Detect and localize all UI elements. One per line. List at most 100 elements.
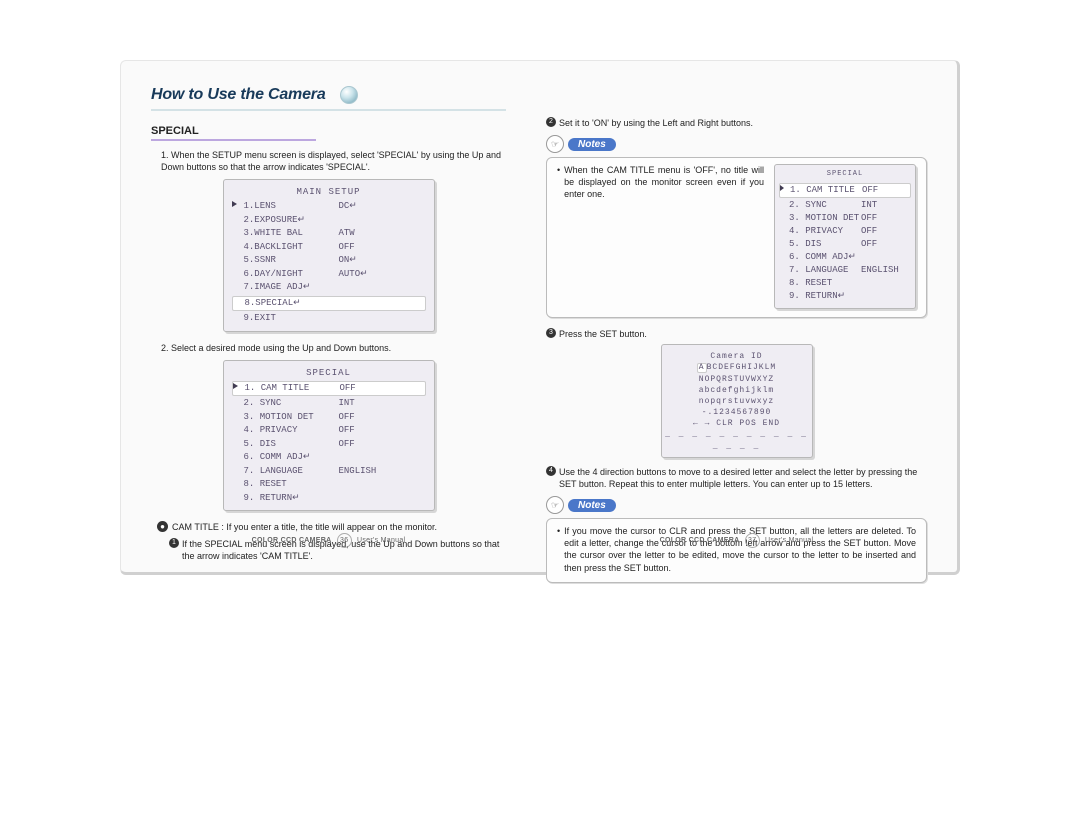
camera-id-editor: Camera ID ABCDEFGHIJKLM NOPQRSTUVWXYZ ab… — [661, 344, 813, 458]
footer-right: COLOR CCD CAMERA 37 User's Manual — [546, 533, 927, 548]
osd-title: SPECIAL — [775, 170, 915, 179]
osd-row: 5. DISOFF — [775, 238, 915, 251]
osd-key: 9. RETURN↵ — [789, 290, 861, 303]
notes-label: Notes — [568, 499, 616, 512]
note-text: When the CAM TITLE menu is 'OFF', no tit… — [564, 164, 764, 309]
osd-value — [339, 281, 422, 295]
left-column: How to Use the Camera SPECIAL 1. When th… — [151, 81, 506, 554]
title-bar: How to Use the Camera — [151, 81, 506, 111]
osd-key: 1. CAM TITLE — [790, 184, 862, 197]
osd-key: 1.LENS — [244, 200, 339, 214]
note-box-1: • When the CAM TITLE menu is 'OFF', no t… — [546, 157, 927, 318]
osd-key: 3. MOTION DET — [789, 212, 861, 225]
osd-row: 4. PRIVACYOFF — [775, 225, 915, 238]
osd-row: 6. COMM ADJ↵ — [224, 451, 434, 465]
osd-key: 7.IMAGE ADJ↵ — [244, 281, 339, 295]
osd-key: 3.WHITE BAL — [244, 227, 339, 241]
osd-row: 9. RETURN↵ — [224, 492, 434, 506]
step-1: 1. When the SETUP menu screen is display… — [161, 149, 506, 173]
hand-pointer-icon: ☞ — [546, 135, 564, 153]
osd-key: 6. COMM ADJ↵ — [244, 451, 339, 465]
page-title: How to Use the Camera — [151, 86, 326, 104]
osd-row: 1. CAM TITLEOFF — [779, 183, 911, 198]
step-number-icon: 2 — [546, 117, 556, 127]
osd-main-setup: MAIN SETUP 1.LENSDC↵2.EXPOSURE↵3.WHITE B… — [223, 179, 435, 332]
osd-row: 4.BACKLIGHTOFF — [224, 241, 434, 255]
osd-key: 6. COMM ADJ↵ — [789, 251, 861, 264]
step-2: 2. Select a desired mode using the Up an… — [161, 342, 506, 354]
title-orb-icon — [340, 86, 358, 104]
osd-row: 4. PRIVACYOFF — [224, 424, 434, 438]
osd-title: SPECIAL — [224, 368, 434, 378]
page-number-left: 36 — [337, 533, 352, 548]
cam-title-substep-3: 3 Press the SET button. — [546, 328, 927, 340]
osd-row: 6.DAY/NIGHTAUTO↵ — [224, 268, 434, 282]
notes-label: Notes — [568, 138, 616, 151]
step-number-icon: 4 — [546, 466, 556, 476]
osd-row: 7.IMAGE ADJ↵ — [224, 281, 434, 295]
osd-key: 8. RESET — [789, 277, 861, 290]
osd-key: 1. CAM TITLE — [245, 382, 340, 396]
osd-key: 7. LANGUAGE — [244, 465, 339, 479]
osd-value: INT — [861, 199, 909, 212]
osd-value — [339, 451, 422, 465]
osd-value: OFF — [339, 438, 422, 452]
osd-key: 8. RESET — [244, 478, 339, 492]
osd-key: 4.BACKLIGHT — [244, 241, 339, 255]
osd-value — [861, 277, 909, 290]
pointer-icon — [233, 383, 238, 389]
osd-row: 8. RESET — [775, 277, 915, 290]
osd-key: 7. LANGUAGE — [789, 264, 861, 277]
footer-left: COLOR CCD CAMERA 36 User's Manual — [151, 533, 506, 548]
osd-key: 2.EXPOSURE↵ — [244, 214, 339, 228]
osd-key: 2. SYNC — [789, 199, 861, 212]
osd-row: 2. SYNCINT — [775, 199, 915, 212]
osd-value — [339, 478, 422, 492]
osd-row: 5. DISOFF — [224, 438, 434, 452]
osd-value: OFF — [339, 411, 422, 425]
osd-row: 5.SSNRON↵ — [224, 254, 434, 268]
osd-key: 9.EXIT — [244, 312, 339, 326]
osd-special-small: SPECIAL 1. CAM TITLEOFF2. SYNCINT3. MOTI… — [774, 164, 916, 309]
notes-badge: ☞ Notes — [546, 496, 927, 514]
osd-value — [339, 214, 422, 228]
cam-title-substep-4: 4 Use the 4 direction buttons to move to… — [546, 466, 927, 490]
osd-key: 5. DIS — [789, 238, 861, 251]
osd-value: ENGLISH — [339, 465, 422, 479]
osd-key: 6.DAY/NIGHT — [244, 268, 339, 282]
osd-value: OFF — [339, 424, 422, 438]
cam-title-substep-2: 2 Set it to 'ON' by using the Left and R… — [546, 117, 927, 129]
osd-value — [861, 251, 909, 264]
section-heading-special: SPECIAL — [151, 125, 316, 141]
osd-key: 4. PRIVACY — [789, 225, 861, 238]
camera-id-title: Camera ID — [662, 351, 812, 362]
osd-key: 4. PRIVACY — [244, 424, 339, 438]
osd-value: OFF — [861, 238, 909, 251]
osd-row: 3. MOTION DETOFF — [224, 411, 434, 425]
step-number-icon: 3 — [546, 328, 556, 338]
note-box-2: • If you move the cursor to CLR and pres… — [546, 518, 927, 583]
osd-value: OFF — [861, 212, 909, 225]
osd-row: 3.WHITE BALATW — [224, 227, 434, 241]
osd-row: 7. LANGUAGEENGLISH — [775, 264, 915, 277]
osd-row: 3. MOTION DETOFF — [775, 212, 915, 225]
viewport: How to Use the Camera SPECIAL 1. When th… — [0, 0, 1080, 823]
osd-value: OFF — [861, 225, 909, 238]
hand-pointer-icon: ☞ — [546, 496, 564, 514]
page-number-right: 37 — [745, 533, 760, 548]
osd-row: 8.SPECIAL↵ — [232, 296, 426, 312]
osd-row: 9.EXIT — [224, 312, 434, 326]
osd-value: ON↵ — [339, 254, 422, 268]
osd-row: 2.EXPOSURE↵ — [224, 214, 434, 228]
osd-row: 9. RETURN↵ — [775, 290, 915, 303]
notes-badge: ☞ Notes — [546, 135, 927, 153]
pointer-icon — [780, 185, 784, 191]
pointer-icon — [232, 201, 237, 207]
cam-title-description: ● CAM TITLE : If you enter a title, the … — [157, 521, 506, 533]
osd-value — [861, 290, 909, 303]
osd-value — [339, 312, 422, 326]
osd-row: 6. COMM ADJ↵ — [775, 251, 915, 264]
osd-key: 5. DIS — [244, 438, 339, 452]
osd-title: MAIN SETUP — [224, 187, 434, 197]
osd-value: OFF — [339, 241, 422, 255]
